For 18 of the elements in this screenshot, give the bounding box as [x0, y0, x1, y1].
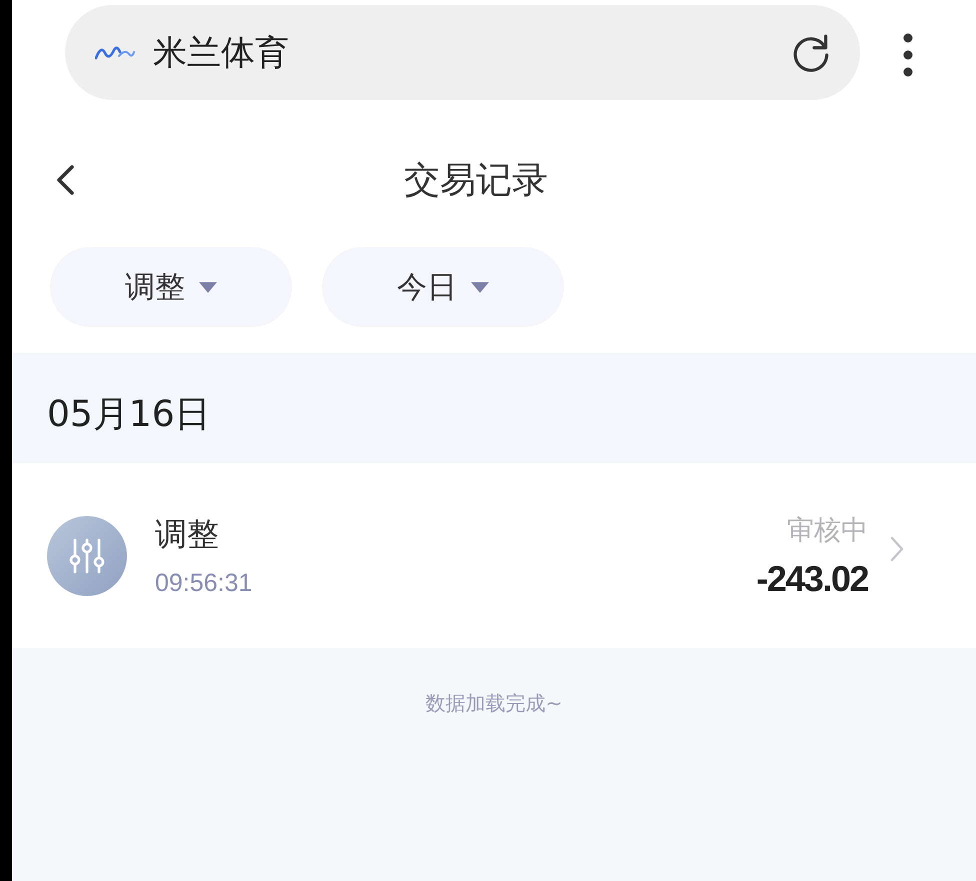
filter-dropdown[interactable]: 今日 [322, 247, 564, 327]
caret-icon [199, 282, 217, 292]
sliders-icon [47, 516, 127, 596]
address-bar[interactable]: 米兰体育 [65, 5, 860, 100]
chevron-right-icon [890, 536, 904, 562]
date-label: 05月16日 [47, 392, 211, 436]
filter-dropdown[interactable]: 调整 [50, 247, 292, 327]
load-complete-message: 数据加载完成~ [426, 690, 562, 717]
more-menu-icon[interactable] [903, 33, 913, 77]
caret-icon [471, 282, 489, 292]
review-status: 审核中 [787, 514, 868, 548]
transaction-time: 09:56:31 [155, 569, 254, 598]
page-title: 交易记录 [403, 158, 549, 202]
transaction-type: 调整 [155, 514, 220, 555]
transaction-amount: -243.02 [756, 558, 868, 600]
site-logo-icon [95, 44, 135, 62]
site-name: 米兰体育 [153, 32, 290, 74]
back-icon[interactable] [55, 164, 75, 196]
